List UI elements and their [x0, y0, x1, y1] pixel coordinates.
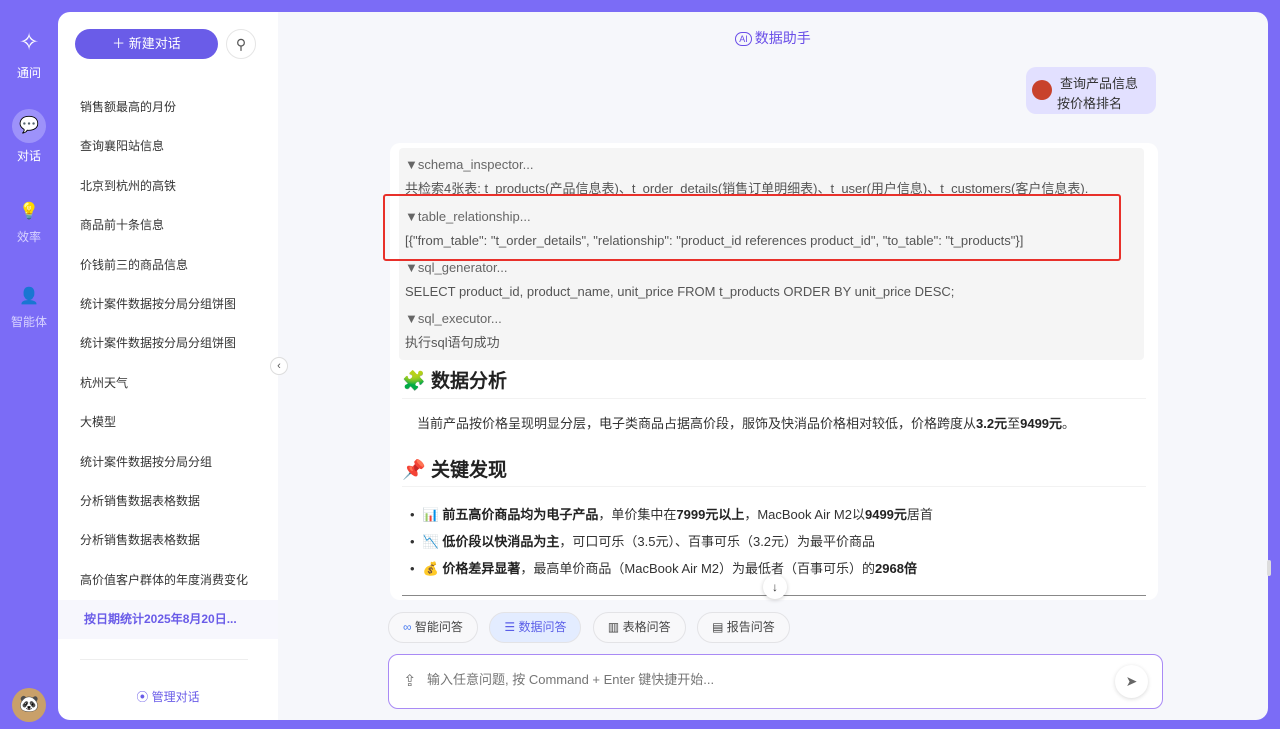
user-message-line: 查询产品信息	[1060, 76, 1139, 91]
history-item[interactable]: 查询襄阳站信息	[58, 127, 278, 166]
database-icon: ☰	[504, 620, 519, 634]
divider	[402, 398, 1146, 399]
user-message-line: 按价格排名	[1057, 96, 1123, 111]
tool-name: ▼sql_executor...	[405, 311, 502, 326]
report-icon: ▤	[712, 620, 727, 634]
manage-icon: ⦿	[136, 690, 152, 704]
logo-icon: ✧	[18, 29, 40, 56]
history-item[interactable]: 高价值客户群体的年度消费变化	[58, 561, 278, 600]
rail-item-agent[interactable]: 👤 智能体	[0, 285, 58, 330]
chat-input-box: ⇪ ➤	[388, 654, 1163, 709]
history-item[interactable]: 统计案件数据按分局分组饼图	[58, 285, 278, 324]
pushpin-icon: 📌	[402, 460, 426, 481]
history-item[interactable]: 杭州天气	[58, 364, 278, 403]
page-title: AI 数据助手	[278, 28, 1268, 48]
search-icon: ⚲	[235, 36, 247, 52]
manage-label: 管理对话	[151, 690, 200, 704]
sidebar: ＋ 新建对话 ⚲ 销售额最高的月份 查询襄阳站信息 北京到杭州的高铁 商品前十条…	[58, 12, 278, 720]
user-message: 查询产品信息 按价格排名	[1026, 67, 1156, 114]
finding-item: 📉 低价段以快消品为主，可口可乐（3.5元）、百事可乐（3.2元）为最平价商品	[410, 528, 933, 555]
plus-icon: ＋	[112, 36, 129, 51]
chat-input[interactable]	[427, 672, 1107, 687]
arrow-down-icon: ↓	[772, 580, 778, 594]
puzzle-icon: 🧩	[402, 371, 426, 392]
mode-data-qa[interactable]: ☰ 数据问答	[489, 612, 582, 643]
rail-item-chat[interactable]: 💬 对话	[0, 109, 58, 164]
agent-icon: 👤	[19, 288, 39, 305]
analysis-heading: 🧩 数据分析	[402, 366, 507, 393]
history-item[interactable]: 价钱前三的商品信息	[58, 246, 278, 285]
tool-step-sql-executor[interactable]: ▼sql_executor... 执行sql语句成功	[399, 302, 1144, 360]
tool-output: 执行sql语句成功	[405, 335, 500, 350]
heading-text: 数据分析	[430, 371, 507, 392]
rail-label: 智能体	[10, 315, 47, 329]
history-item[interactable]: 北京到杭州的高铁	[58, 167, 278, 206]
search-button[interactable]: ⚲	[226, 29, 256, 59]
heading-text: 关键发现	[430, 460, 507, 481]
history-item[interactable]: 统计案件数据按分局分组饼图	[58, 324, 278, 363]
rail-label: 对话	[16, 149, 41, 163]
divider	[402, 486, 1146, 487]
chart-down-icon: 📉	[422, 534, 439, 549]
user-message-avatar	[1032, 80, 1052, 100]
money-bag-icon: 💰	[422, 561, 439, 576]
history-item[interactable]: 分析销售数据表格数据	[58, 482, 278, 521]
history-item[interactable]: 统计案件数据按分局分组	[58, 443, 278, 482]
tool-output: SELECT product_id, product_name, unit_pr…	[405, 284, 955, 299]
title-text: 数据助手	[754, 30, 811, 46]
bar-chart-icon: 📊	[422, 507, 439, 522]
rail-item-efficiency[interactable]: 💡 效率	[0, 200, 58, 245]
link-icon: ∞	[403, 620, 415, 634]
findings-list: 📊 前五高价商品均为电子产品，单价集中在7999元以上，MacBook Air …	[410, 501, 933, 582]
upload-icon[interactable]: ⇪	[403, 671, 416, 691]
mode-report-qa[interactable]: ▤ 报告问答	[697, 612, 790, 643]
divider	[80, 659, 248, 660]
history-item[interactable]: 大模型	[58, 403, 278, 442]
rail-label: 通问	[16, 66, 41, 80]
history-list: 销售额最高的月份 查询襄阳站信息 北京到杭州的高铁 商品前十条信息 价钱前三的商…	[58, 88, 278, 640]
new-chat-label: 新建对话	[128, 36, 181, 51]
manage-chats-button[interactable]: ⦿ 管理对话	[58, 688, 278, 705]
mode-tabs: ∞ 智能问答 ☰ 数据问答 ▥ 表格问答 ▤ 报告问答	[388, 612, 797, 643]
bulb-icon: 💡	[19, 203, 39, 220]
chevron-left-icon: ‹	[277, 360, 281, 372]
rail-item-home[interactable]: ✧ 通问	[0, 26, 58, 81]
ai-icon: AI	[735, 32, 752, 46]
nav-rail: ✧ 通问 💬 对话 💡 效率 👤 智能体 🐼	[0, 0, 58, 729]
send-button[interactable]: ➤	[1115, 665, 1148, 698]
chat-main: ‹ AI 数据助手 查询产品信息 按价格排名 ▼schema_inspector.…	[270, 12, 1268, 720]
analysis-paragraph: 当前产品按价格呈现明显分层，电子类商品占据高价段，服饰及快消品价格相对较低，价格…	[417, 416, 1076, 431]
user-avatar[interactable]: 🐼	[12, 688, 46, 722]
mode-table-qa[interactable]: ▥ 表格问答	[592, 612, 686, 643]
new-chat-button[interactable]: ＋ 新建对话	[75, 29, 218, 59]
findings-heading: 📌 关键发现	[402, 455, 507, 482]
mode-smart-qa[interactable]: ∞ 智能问答	[388, 612, 478, 643]
chat-icon: 💬	[12, 109, 46, 143]
history-item[interactable]: 分析销售数据表格数据	[58, 521, 278, 560]
rail-label: 效率	[16, 230, 41, 244]
scroll-down-button[interactable]: ↓	[763, 575, 787, 599]
history-item[interactable]: 销售额最高的月份	[58, 88, 278, 127]
highlight-box	[383, 194, 1121, 261]
finding-item: 📊 前五高价商品均为电子产品，单价集中在7999元以上，MacBook Air …	[410, 501, 933, 528]
history-item[interactable]: 商品前十条信息	[58, 206, 278, 245]
tool-name: ▼schema_inspector...	[405, 157, 534, 172]
finding-item: 💰 价格差异显著，最高单价商品（MacBook Air M2）为最低者（百事可乐…	[410, 555, 933, 582]
history-item-active[interactable]: 按日期统计2025年8月20日...	[58, 600, 278, 640]
scrollbar[interactable]	[1267, 560, 1271, 576]
collapse-sidebar-button[interactable]: ‹	[270, 357, 288, 375]
bar-chart-icon: ▥	[607, 620, 623, 634]
send-icon: ➤	[1125, 673, 1138, 689]
